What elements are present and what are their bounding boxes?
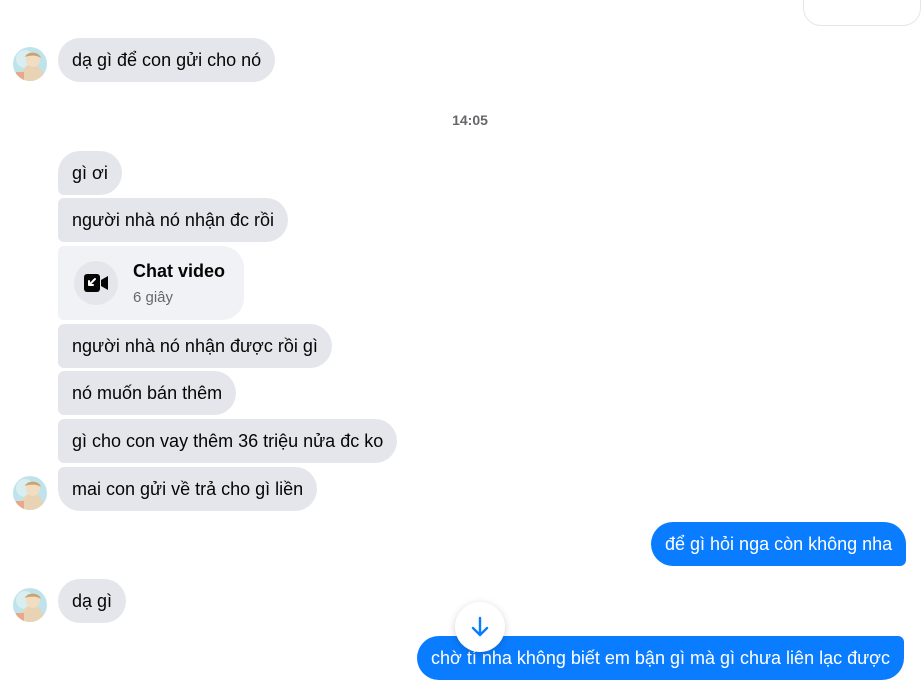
- arrow-down-icon: [471, 616, 489, 637]
- video-call-icon: [74, 261, 118, 305]
- message-bubble[interactable]: người nhà nó nhận đc rồi: [58, 198, 288, 242]
- avatar[interactable]: [13, 47, 47, 81]
- timestamp: 14:05: [452, 112, 488, 128]
- avatar[interactable]: [13, 476, 47, 510]
- chat-thread: dạ gì để con gửi cho nó 14:05 gì ơi ngườ…: [0, 0, 922, 684]
- message-bubble[interactable]: nó muốn bán thêm: [58, 371, 237, 415]
- message-bubble-outgoing[interactable]: để gì hỏi nga còn không nha: [651, 522, 907, 566]
- avatar-image: [13, 47, 47, 81]
- message-bubble[interactable]: dạ gì: [58, 579, 127, 623]
- call-duration: 6 giây: [133, 289, 174, 306]
- call-title: Chat video: [133, 261, 226, 281]
- video-call-card[interactable]: Chat video 6 giây: [58, 246, 244, 320]
- scroll-to-bottom-button[interactable]: [455, 602, 505, 652]
- avatar[interactable]: [13, 588, 47, 622]
- message-bubble[interactable]: người nhà nó nhận được rồi gì: [58, 324, 332, 368]
- avatar-image: [13, 476, 47, 510]
- message-bubble[interactable]: mai con gửi về trả cho gì liền: [58, 467, 318, 511]
- previous-message-bubble: [803, 0, 921, 26]
- message-bubble[interactable]: gì ơi: [58, 151, 122, 195]
- avatar-image: [13, 588, 47, 622]
- message-bubble[interactable]: gì cho con vay thêm 36 triệu nửa đc ko: [58, 419, 398, 463]
- message-bubble[interactable]: dạ gì để con gửi cho nó: [58, 38, 276, 82]
